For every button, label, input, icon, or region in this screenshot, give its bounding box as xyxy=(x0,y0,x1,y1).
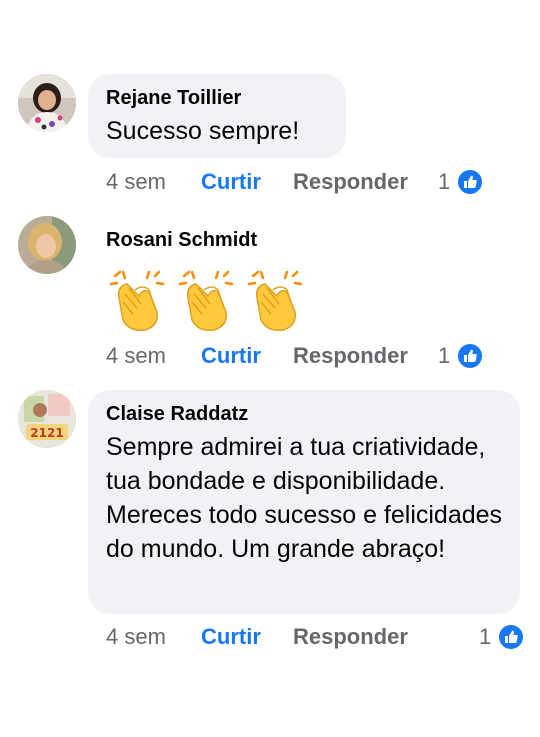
reply-button[interactable]: Responder xyxy=(293,167,408,197)
svg-text:2121: 2121 xyxy=(30,426,63,440)
avatar-photo xyxy=(18,216,76,274)
avatar-photo xyxy=(18,74,76,132)
comment-text: Sucesso sempre! xyxy=(106,117,300,145)
comment-time[interactable]: 4 sem xyxy=(106,622,166,652)
comment-text: Sempre admirei a tua criatividade, tua b… xyxy=(106,433,503,563)
comment-author[interactable]: Claise Raddatz xyxy=(106,402,502,426)
comment-bubble: Rejane Toillier Sucesso sempre! xyxy=(88,74,346,158)
reaction-count[interactable]: 1 xyxy=(438,167,450,197)
reply-button[interactable]: Responder xyxy=(293,622,408,652)
clapping-hands-icon xyxy=(178,270,234,332)
comment-emoji-row xyxy=(105,268,315,332)
thumbs-up-icon[interactable] xyxy=(457,169,483,195)
avatar[interactable]: 2121 xyxy=(18,390,76,448)
clapping-hands-icon xyxy=(109,270,165,332)
comment-actions: 4 sem Curtir Responder xyxy=(106,341,486,371)
comment-author[interactable]: Rosani Schmidt xyxy=(106,228,270,252)
avatar[interactable] xyxy=(18,74,76,132)
thumbs-up-icon[interactable] xyxy=(457,343,483,369)
like-button[interactable]: Curtir xyxy=(201,341,261,371)
like-button[interactable]: Curtir xyxy=(201,622,261,652)
comment-actions: 4 sem Curtir Responder xyxy=(106,622,486,652)
clapping-hands-icon xyxy=(247,270,303,332)
comment-author[interactable]: Rejane Toillier xyxy=(106,86,328,110)
comment-bubble: Rosani Schmidt xyxy=(88,216,288,262)
thumbs-up-icon[interactable] xyxy=(498,624,524,650)
avatar-photo: 2121 xyxy=(18,390,76,448)
reaction-count[interactable]: 1 xyxy=(438,341,450,371)
comment-time[interactable]: 4 sem xyxy=(106,167,166,197)
comment-bubble: Claise Raddatz Sempre admirei a tua cria… xyxy=(88,390,520,614)
comment-actions: 4 sem Curtir Responder xyxy=(106,167,486,197)
comment-time[interactable]: 4 sem xyxy=(106,341,166,371)
reaction-count[interactable]: 1 xyxy=(479,622,491,652)
like-button[interactable]: Curtir xyxy=(201,167,261,197)
avatar[interactable] xyxy=(18,216,76,274)
reply-button[interactable]: Responder xyxy=(293,341,408,371)
